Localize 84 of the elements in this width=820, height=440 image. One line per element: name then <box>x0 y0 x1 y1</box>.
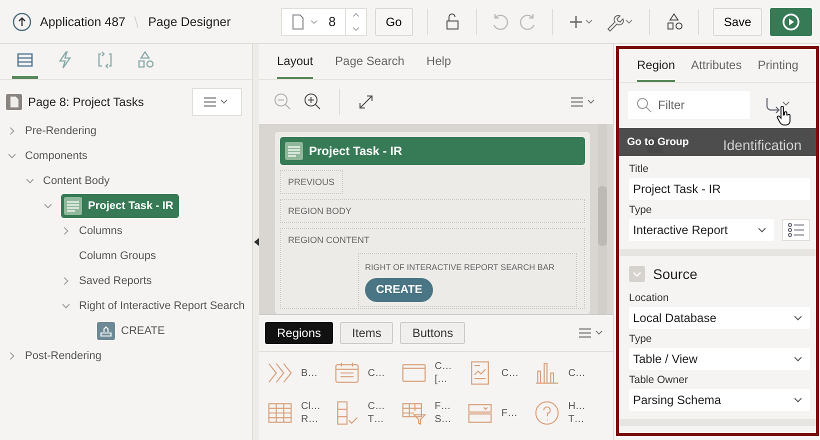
previous-slot[interactable]: PREVIOUS <box>280 170 343 194</box>
calendar-icon <box>334 360 360 386</box>
menu-button[interactable] <box>192 88 242 116</box>
report-icon <box>64 196 82 214</box>
gallery-item-label[interactable]: Cl… <box>301 401 320 412</box>
page-title[interactable]: Page 8: Project Tasks <box>28 95 186 109</box>
text-field[interactable]: Project Task - IR <box>629 178 810 200</box>
gallery-item-label[interactable]: C… <box>501 368 519 378</box>
select-field[interactable]: Local Database <box>629 307 810 329</box>
gallery-item-label[interactable]: S… <box>434 414 452 425</box>
section-title: Source <box>653 266 698 282</box>
tree-item[interactable]: Columns <box>79 222 122 238</box>
filter-field[interactable]: Filter <box>628 91 750 119</box>
gallery-item-label[interactable]: F… <box>501 408 518 418</box>
tab[interactable]: Attributes <box>691 49 742 82</box>
help-icon <box>534 400 560 426</box>
field-label: Location <box>629 292 670 304</box>
tab[interactable]: Layout <box>277 44 314 79</box>
tree-item[interactable]: Column Groups <box>79 248 156 264</box>
tab[interactable]: Region <box>637 49 676 82</box>
gallery-item-label[interactable]: F… <box>434 401 452 412</box>
gallery-item-label[interactable]: C… <box>568 368 586 378</box>
gallery-item-label[interactable]: [… <box>434 374 452 385</box>
tree-item[interactable]: Project Task - IR <box>61 194 180 218</box>
search-bar-label: RIGHT OF INTERACTIVE REPORT SEARCH BAR <box>365 262 554 272</box>
zoom-in-icon[interactable] <box>303 92 323 112</box>
tree-item[interactable]: Right of Interactive Report Search <box>79 298 245 314</box>
tree-item[interactable]: Post-Rendering <box>25 348 102 364</box>
gallery-item-label[interactable]: H… <box>568 401 586 412</box>
gallery-item-label[interactable]: C… <box>368 368 386 378</box>
gallery-item-label[interactable]: C… <box>434 361 452 372</box>
run-button[interactable] <box>770 8 812 36</box>
region-content-slot[interactable]: REGION CONTENT RIGHT OF INTERACTIVE REPORT SEARCH BAR CREATE <box>280 228 585 309</box>
filter-table-icon <box>400 400 427 426</box>
hand-cursor-icon <box>776 106 792 126</box>
select-field[interactable]: Interactive Report <box>629 219 774 241</box>
page-icon <box>290 14 306 30</box>
list-button[interactable] <box>782 219 810 241</box>
tab[interactable]: Items <box>340 322 394 344</box>
table-icon <box>267 400 293 426</box>
report-icon <box>285 142 303 160</box>
region-header[interactable]: Project Task - IR <box>280 137 585 165</box>
search-icon <box>636 97 652 113</box>
gallery-item-label[interactable]: R… <box>301 414 320 425</box>
gallery-item-label[interactable]: C… <box>368 401 386 412</box>
tab[interactable]: Buttons <box>400 322 466 344</box>
section-title: Identification <box>723 137 802 153</box>
collapse-arrow-icon[interactable] <box>254 238 258 246</box>
region-title: Project Task - IR <box>309 144 402 158</box>
play-icon <box>782 12 800 30</box>
region-content-label: REGION CONTENT <box>288 235 370 245</box>
select-field[interactable]: Table / View <box>629 348 810 370</box>
collapse-icon[interactable] <box>629 266 645 282</box>
field-label: Title <box>629 163 650 175</box>
page-title: Page Designer <box>148 14 231 28</box>
save-button[interactable]: Save <box>712 8 762 36</box>
tree-item[interactable]: Saved Reports <box>79 272 152 288</box>
page-number-field[interactable]: 8 <box>280 8 367 36</box>
tree-item[interactable]: CREATE <box>97 320 165 342</box>
gallery-item-label[interactable]: B… <box>301 368 318 378</box>
tree-item[interactable]: Components <box>25 148 88 164</box>
zoom-out-icon[interactable] <box>273 92 293 112</box>
tree-item[interactable]: Pre-Rendering <box>25 122 97 138</box>
gallery-item-label[interactable]: T… <box>568 414 586 425</box>
field-label: Type <box>629 333 653 345</box>
tree-item[interactable]: Content Body <box>43 172 110 188</box>
select-field[interactable]: Parsing Schema <box>629 389 810 411</box>
app-link[interactable]: Application 487 <box>40 14 126 28</box>
field-label: Type <box>629 204 653 216</box>
tab[interactable]: Page Search <box>335 44 404 79</box>
button-icon <box>97 322 115 340</box>
go-button[interactable]: Go <box>374 8 413 36</box>
tab[interactable]: Printing <box>758 49 798 82</box>
list-icon <box>787 222 805 238</box>
region-body-slot[interactable]: REGION BODY <box>280 199 585 223</box>
tab[interactable]: Help <box>426 44 452 79</box>
scrollbar-thumb[interactable] <box>598 186 607 246</box>
page-icon <box>6 94 22 110</box>
create-button[interactable]: CREATE <box>365 278 434 302</box>
gallery-item-label[interactable]: T… <box>368 414 386 425</box>
bar-chart-icon <box>534 360 560 386</box>
search-bar-slot[interactable]: RIGHT OF INTERACTIVE REPORT SEARCH BAR CREATE <box>358 253 577 307</box>
tab[interactable]: Regions <box>265 322 334 344</box>
field-label: Table Owner <box>629 374 689 386</box>
